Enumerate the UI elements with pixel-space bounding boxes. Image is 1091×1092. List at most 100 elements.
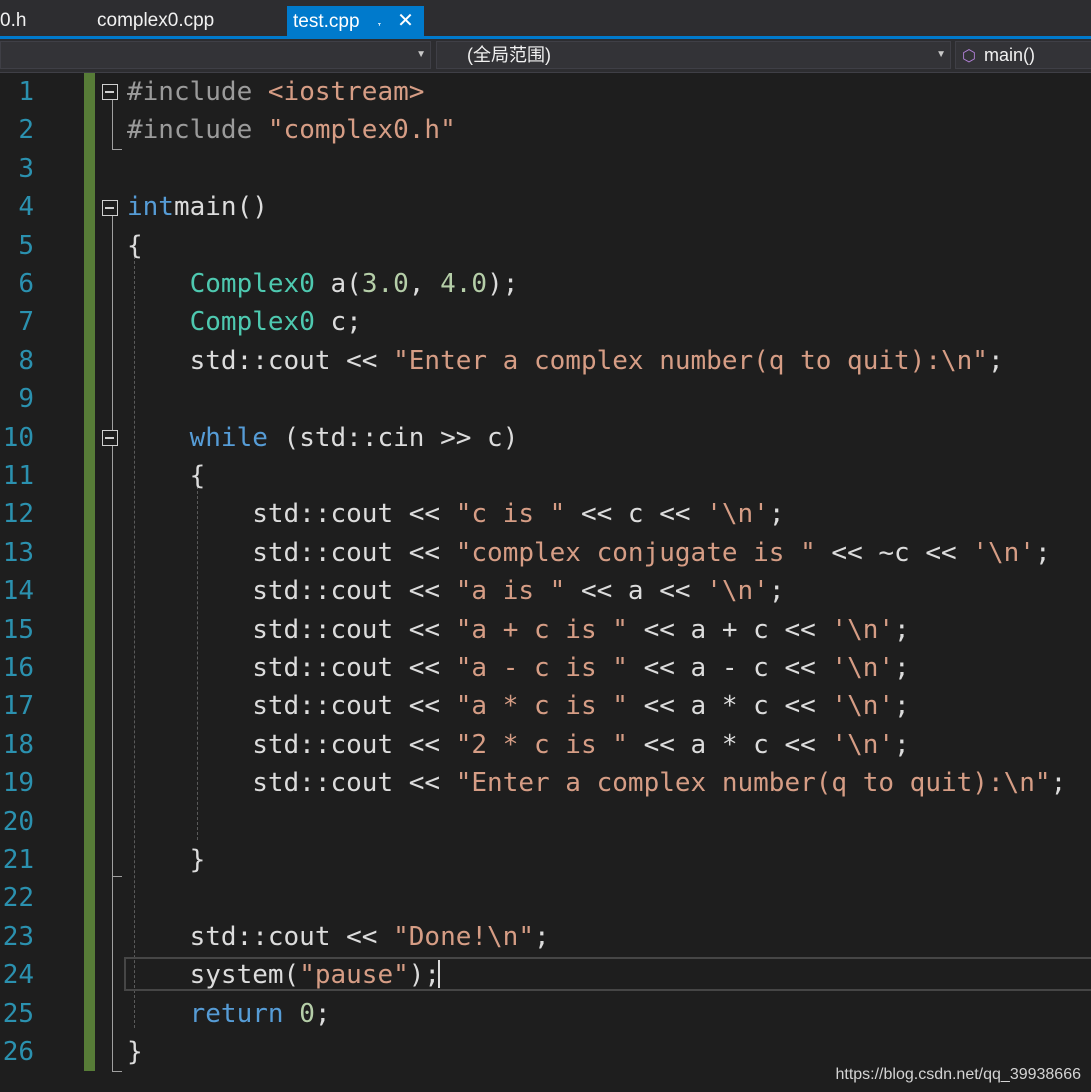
line-number: 23 <box>2 921 34 952</box>
code-token: int <box>127 192 174 223</box>
code-token: "Enter a complex number(q to quit):\n" <box>393 345 988 376</box>
outline-end <box>112 876 122 877</box>
tab-label: complex0.cpp <box>97 10 215 31</box>
code-line[interactable]: std::cout << "Enter a complex number(q t… <box>127 764 1066 802</box>
code-token: ; <box>1034 537 1051 568</box>
code-token: '\n' <box>831 729 895 760</box>
code-line[interactable]: Complex0 a(3.0, 4.0); <box>127 265 519 303</box>
code-token: } <box>127 845 206 875</box>
line-number: 24 <box>2 960 34 991</box>
line-number: 13 <box>2 537 34 568</box>
code-line[interactable]: std::cout << "Done!\n"; <box>127 918 550 956</box>
code-line[interactable]: #include <iostream> <box>127 73 424 111</box>
line-number: 17 <box>2 691 34 722</box>
code-token: '\n' <box>706 499 769 530</box>
code-token: } <box>127 1037 143 1067</box>
code-token: 3.0 <box>361 269 409 299</box>
code-token: ); <box>487 269 519 299</box>
line-number: 2 <box>18 115 34 146</box>
code-token: ; <box>894 653 910 683</box>
code-line[interactable]: std::cout << "2 * c is " << a * c << '\n… <box>127 726 910 764</box>
code-token: ); <box>408 960 441 991</box>
code-line[interactable]: std::cout << "a - c is " << a - c << '\n… <box>127 649 910 687</box>
tab-complex0-h[interactable]: 0.h <box>0 6 26 36</box>
code-line[interactable]: intmain() <box>127 188 268 226</box>
code-line[interactable]: std::cout << "a * c is " << a * c << '\n… <box>127 687 910 725</box>
code-line[interactable]: #include "complex0.h" <box>127 111 456 149</box>
code-token: << c << <box>565 499 707 530</box>
code-line[interactable]: { <box>127 227 143 265</box>
code-line[interactable]: system("pause"); <box>127 956 440 994</box>
tab-test-cpp[interactable]: test.cpp ˕ ✕ <box>287 6 424 36</box>
fold-minus-icon[interactable] <box>102 200 118 216</box>
code-line[interactable]: std::cout << "a + c is " << a + c << '\n… <box>127 611 909 649</box>
line-number: 11 <box>2 461 34 491</box>
code-line[interactable]: std::cout << "c is " << c << '\n'; <box>127 495 784 533</box>
line-number: 4 <box>18 192 34 223</box>
line-number: 9 <box>18 384 34 415</box>
code-token: << a * c << <box>627 691 832 722</box>
code-token: "pause" <box>299 960 409 991</box>
code-token: ; <box>768 576 785 607</box>
watermark: https://blog.csdn.net/qq_39938666 <box>835 1066 1081 1083</box>
pin-icon[interactable]: ˕ <box>377 8 382 38</box>
code-token: std::cout << <box>127 729 456 760</box>
line-number: 14 <box>2 576 34 607</box>
code-token: std::cout << <box>127 345 394 376</box>
code-token: 0 <box>299 998 315 1029</box>
line-number: 12 <box>2 499 34 530</box>
code-token: Complex0 <box>189 269 315 299</box>
code-token: << a + c << <box>627 614 832 645</box>
fold-minus-icon[interactable] <box>102 84 118 100</box>
line-number: 19 <box>2 768 34 799</box>
code-line[interactable]: while (std::cin >> c) <box>127 419 519 457</box>
code-token: (std::cin >> c) <box>267 422 519 453</box>
code-token: ; <box>894 729 910 760</box>
tab-complex0-cpp[interactable]: complex0.cpp <box>97 6 214 36</box>
code-token: "a * c is " <box>455 691 628 722</box>
code-editor[interactable]: 1 2 3 4 5 6 7 8 9 10 11 12 13 14 15 16 17 18 19 20 21 22 23 24 2… <box>0 73 1091 1092</box>
outline-line <box>112 100 113 149</box>
scope-dropdown[interactable]: (全局范围) ▼ <box>436 41 951 69</box>
code-line[interactable]: return 0; <box>127 995 331 1033</box>
code-line[interactable]: } <box>127 1033 143 1071</box>
code-token: std::cout << <box>127 653 456 683</box>
project-dropdown[interactable]: ▼ <box>0 41 431 69</box>
line-number: 10 <box>2 422 34 453</box>
code-token: a( <box>314 269 362 299</box>
code-token: std::cout << <box>127 499 456 530</box>
line-number: 21 <box>2 845 34 875</box>
code-token: main() <box>173 192 268 223</box>
line-number: 20 <box>2 806 34 837</box>
code-token: "Enter a complex number(q to quit):\n" <box>455 768 1051 799</box>
code-token: << a << <box>565 576 707 607</box>
line-number: 3 <box>18 153 34 184</box>
code-token: "a is " <box>455 576 566 607</box>
line-number: 16 <box>2 653 34 683</box>
code-line[interactable]: std::cout << "Enter a complex number(q t… <box>127 342 1004 380</box>
code-line[interactable]: std::cout << "a is " << a << '\n'; <box>127 572 784 610</box>
code-line[interactable]: std::cout << "complex conjugate is " << … <box>127 534 1051 572</box>
code-line[interactable]: } <box>127 841 206 879</box>
member-label: main() <box>983 45 1035 65</box>
code-token: ; <box>894 691 910 722</box>
code-token: '\n' <box>831 614 895 645</box>
code-line[interactable]: { <box>127 457 206 495</box>
outline-line <box>112 446 113 876</box>
code-token: "a + c is " <box>455 614 628 645</box>
code-token: 4.0 <box>440 269 488 299</box>
code-token: Complex0 <box>189 307 315 338</box>
close-icon[interactable]: ✕ <box>397 6 414 36</box>
code-token: system( <box>127 960 300 991</box>
line-number: 5 <box>18 230 34 261</box>
code-line[interactable]: Complex0 c; <box>127 303 362 341</box>
tab-bar: 0.h complex0.cpp test.cpp ˕ ✕ <box>0 0 1091 39</box>
member-dropdown[interactable]: ⬡ main() <box>955 41 1091 69</box>
code-token: '\n' <box>972 537 1035 568</box>
navigation-bar: ▼ (全局范围) ▼ ⬡ main() <box>0 39 1091 73</box>
code-token: std::cout << <box>127 614 456 645</box>
fold-minus-icon[interactable] <box>102 430 118 446</box>
code-token: while <box>189 422 268 453</box>
